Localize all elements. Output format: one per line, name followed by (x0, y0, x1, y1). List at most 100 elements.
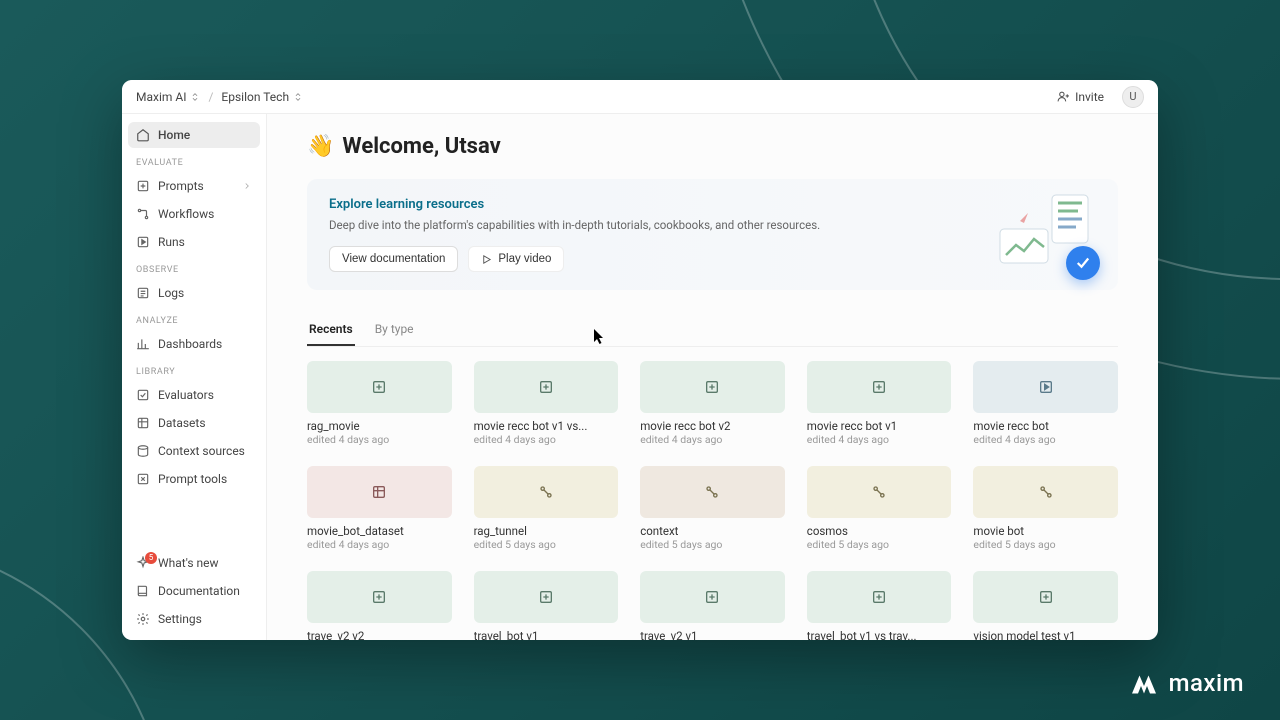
sidebar-item-context-sources[interactable]: Context sources (128, 438, 260, 464)
prompt-icon (704, 589, 720, 605)
main-content: 👋 Welcome, Utsav Explore learning resour… (267, 114, 1158, 640)
breadcrumb-workspace-label: Epsilon Tech (221, 90, 289, 104)
breadcrumb-separator: / (208, 90, 213, 104)
recent-card[interactable]: trave_v2 v2 (307, 571, 452, 640)
card-thumbnail (973, 466, 1118, 518)
card-thumbnail (640, 466, 785, 518)
recent-card[interactable]: contextedited 5 days ago (640, 466, 785, 551)
prompt-icon (1038, 589, 1054, 605)
button-label: View documentation (342, 253, 445, 265)
invite-button[interactable]: Invite (1049, 86, 1112, 108)
recent-card[interactable]: vision model test v1 (973, 571, 1118, 640)
play-icon (1038, 379, 1054, 395)
prompt-icon (871, 589, 887, 605)
sidebar-item-label: Context sources (158, 444, 245, 458)
card-title: travel_bot v1 (474, 629, 619, 640)
recent-card[interactable]: movie recc bot v1 vs...edited 4 days ago (474, 361, 619, 446)
sidebar-item-documentation[interactable]: Documentation (128, 578, 260, 604)
button-label: Play video (498, 253, 551, 265)
sidebar-item-logs[interactable]: Logs (128, 280, 260, 306)
card-subtitle: edited 5 days ago (640, 538, 785, 551)
recents-grid: rag_movieedited 4 days agomovie recc bot… (307, 361, 1118, 640)
card-thumbnail (474, 571, 619, 623)
view-documentation-button[interactable]: View documentation (329, 246, 458, 272)
invite-label: Invite (1075, 90, 1104, 104)
sidebar-item-label: Logs (158, 286, 184, 300)
card-subtitle: edited 5 days ago (807, 538, 952, 551)
recent-card[interactable]: movie recc bot v1edited 4 days ago (807, 361, 952, 446)
chevron-right-icon (242, 181, 252, 191)
brand-logo: maxim (1129, 668, 1244, 698)
recent-card[interactable]: movie recc bot v2edited 4 days ago (640, 361, 785, 446)
sidebar-item-label: What's new (158, 556, 219, 570)
breadcrumb-org[interactable]: Maxim AI (136, 90, 200, 104)
workflow-icon (871, 484, 887, 500)
avatar[interactable]: U (1122, 86, 1144, 108)
recent-card[interactable]: movie botedited 5 days ago (973, 466, 1118, 551)
sidebar-item-label: Workflows (158, 207, 214, 221)
recent-card[interactable]: movie_bot_datasetedited 4 days ago (307, 466, 452, 551)
sidebar-item-settings[interactable]: Settings (128, 606, 260, 632)
card-title: travel_bot v1 vs trav... (807, 629, 952, 640)
sidebar-item-prompt-tools[interactable]: Prompt tools (128, 466, 260, 492)
prompt-icon (871, 379, 887, 395)
sidebar-item-label: Runs (158, 235, 185, 249)
card-title: trave_v2 v2 (307, 629, 452, 640)
check-badge-icon (1066, 246, 1100, 280)
play-video-button[interactable]: Play video (468, 246, 564, 272)
wave-icon: 👋 (307, 134, 334, 159)
sidebar: Home EVALUATE Prompts Workflows (122, 114, 267, 640)
avatar-initial: U (1129, 90, 1136, 103)
brand-text: maxim (1169, 669, 1244, 697)
card-subtitle: edited 5 days ago (973, 538, 1118, 551)
maxim-logo-icon (1129, 668, 1159, 698)
tab-by-type[interactable]: By type (373, 314, 416, 346)
sidebar-item-home[interactable]: Home (128, 122, 260, 148)
workflow-icon (136, 207, 150, 221)
sidebar-item-evaluators[interactable]: Evaluators (128, 382, 260, 408)
card-thumbnail (474, 361, 619, 413)
topbar: Maxim AI / Epsilon Tech Invite U (122, 80, 1158, 114)
sparkle-icon (136, 179, 150, 193)
card-subtitle: edited 4 days ago (807, 433, 952, 446)
tab-recents[interactable]: Recents (307, 314, 355, 346)
recent-card[interactable]: cosmosedited 5 days ago (807, 466, 952, 551)
breadcrumb-org-label: Maxim AI (136, 90, 186, 104)
card-subtitle: edited 4 days ago (307, 538, 452, 551)
sidebar-item-dashboards[interactable]: Dashboards (128, 331, 260, 357)
sidebar-section-evaluate: EVALUATE (128, 150, 260, 171)
card-title: rag_movie (307, 419, 452, 433)
recent-card[interactable]: travel_bot v1 vs trav... (807, 571, 952, 640)
workflow-icon (538, 484, 554, 500)
prompt-icon (704, 379, 720, 395)
recent-card[interactable]: travel_bot v1 (474, 571, 619, 640)
hero-card: Explore learning resources Deep dive int… (307, 179, 1118, 290)
chart-icon (136, 337, 150, 351)
sidebar-section-observe: OBSERVE (128, 257, 260, 278)
recent-card[interactable]: rag_movieedited 4 days ago (307, 361, 452, 446)
sidebar-item-prompts[interactable]: Prompts (128, 173, 260, 199)
breadcrumb-workspace[interactable]: Epsilon Tech (221, 90, 303, 104)
workflow-icon (704, 484, 720, 500)
sidebar-item-datasets[interactable]: Datasets (128, 410, 260, 436)
sidebar-item-runs[interactable]: Runs (128, 229, 260, 255)
home-icon (136, 128, 150, 142)
recent-card[interactable]: movie recc botedited 4 days ago (973, 361, 1118, 446)
sidebar-item-workflows[interactable]: Workflows (128, 201, 260, 227)
play-icon (481, 254, 492, 265)
card-thumbnail (640, 571, 785, 623)
chevron-updown-icon (190, 92, 200, 102)
sidebar-item-label: Prompt tools (158, 472, 227, 486)
breadcrumb: Maxim AI / Epsilon Tech (136, 90, 303, 104)
card-thumbnail (307, 466, 452, 518)
play-icon (136, 235, 150, 249)
sidebar-item-whats-new[interactable]: What's new 5 (128, 550, 260, 576)
dataset-icon (371, 484, 387, 500)
recent-card[interactable]: trave_v2 v1 (640, 571, 785, 640)
page-title: 👋 Welcome, Utsav (307, 134, 1118, 159)
recent-card[interactable]: rag_tunneledited 5 days ago (474, 466, 619, 551)
card-thumbnail (807, 571, 952, 623)
card-title: movie recc bot v1 vs... (474, 419, 619, 433)
card-thumbnail (973, 571, 1118, 623)
logs-icon (136, 286, 150, 300)
